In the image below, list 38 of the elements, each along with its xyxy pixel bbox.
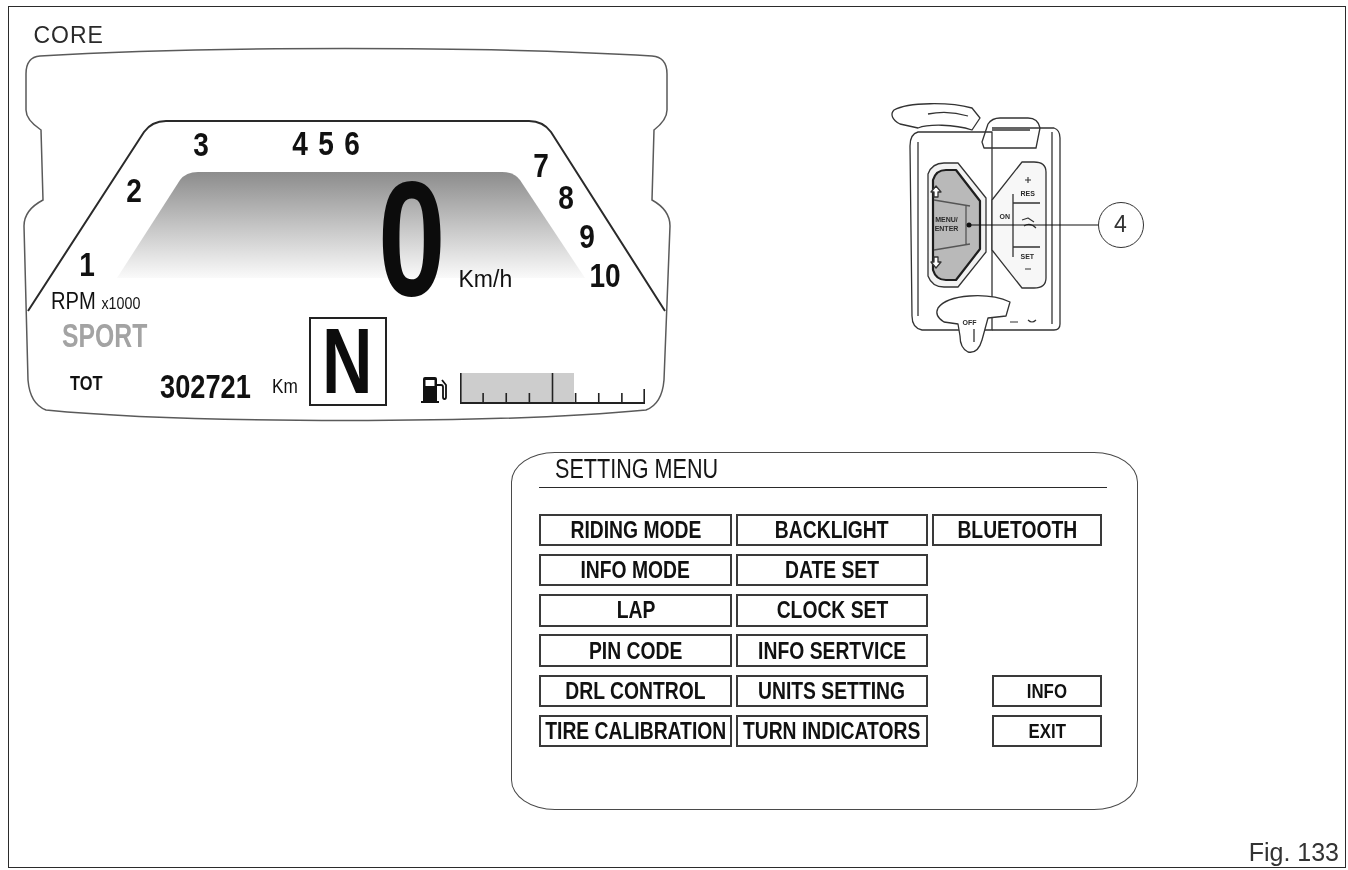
- menu-item[interactable]: DATE SET: [736, 553, 928, 587]
- menu-item[interactable]: INFO SERTVICE: [736, 634, 928, 667]
- callout-number: 4: [1097, 201, 1144, 248]
- rpm-scale-numeral: 2: [125, 177, 142, 204]
- model-label: CORE: [33, 24, 104, 46]
- menu-item[interactable]: BLUETOOTH: [932, 513, 1102, 546]
- speed-unit-label: Km/h: [458, 265, 513, 292]
- rpm-unit-label: RPM x1000: [50, 287, 140, 316]
- gear-indicator: N: [308, 316, 387, 406]
- menu-button[interactable]: INFO: [992, 674, 1102, 708]
- rpm-scale-numeral: 4: [291, 130, 308, 157]
- menu-item[interactable]: BACKLIGHT: [736, 513, 928, 546]
- menu-item[interactable]: PIN CODE: [539, 634, 732, 667]
- menu-item[interactable]: LAP: [539, 594, 732, 627]
- speed-readout: 0: [377, 177, 445, 300]
- menu-item[interactable]: INFO MODE: [539, 553, 732, 587]
- rpm-scale-numeral: 1: [78, 251, 95, 278]
- rpm-scale-numeral: 5: [317, 130, 334, 157]
- odometer-value: 302721: [159, 368, 251, 403]
- menu-item[interactable]: DRL CONTROL: [539, 674, 732, 708]
- riding-mode-label: SPORT: [61, 318, 147, 353]
- menu-item[interactable]: CLOCK SET: [736, 594, 928, 627]
- menu-item[interactable]: UNITS SETTING: [736, 674, 928, 708]
- menu-title: SETTING MENU: [554, 454, 718, 484]
- rpm-scale-numeral: 8: [557, 184, 574, 211]
- rpm-scale-numeral: 10: [588, 262, 621, 289]
- figure-caption: Fig. 133: [1248, 837, 1340, 867]
- rpm-scale-numeral: 7: [532, 152, 549, 179]
- odometer-unit-label: Km: [271, 373, 298, 398]
- odometer-label: TOT: [69, 371, 102, 394]
- rpm-scale-numeral: 6: [343, 130, 360, 157]
- rpm-scale-numeral: 3: [192, 131, 209, 158]
- menu-item[interactable]: RIDING MODE: [539, 513, 732, 546]
- rpm-scale-numeral: 9: [578, 223, 595, 250]
- menu-button[interactable]: EXIT: [992, 715, 1102, 748]
- fuel-pump-icon: [420, 375, 447, 403]
- menu-item[interactable]: TURN INDICATORS: [736, 715, 928, 748]
- menu-item[interactable]: TIRE CALIBRATION: [539, 715, 732, 748]
